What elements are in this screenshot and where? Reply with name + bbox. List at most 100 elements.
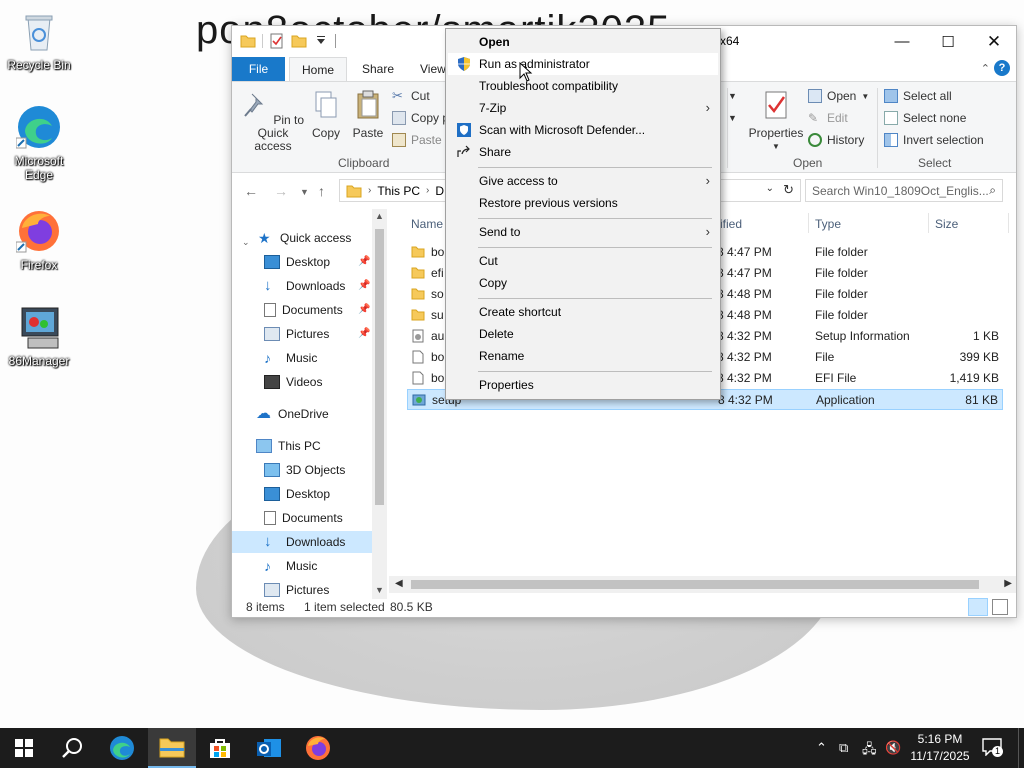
menu-item-rename[interactable]: Rename <box>448 345 718 367</box>
customize-qat-icon[interactable] <box>313 33 329 49</box>
nav-item-pc-desktop[interactable]: Desktop <box>264 483 372 505</box>
address-dropdown-icon[interactable]: ⌄ <box>766 183 774 194</box>
nav-item-pc-music[interactable]: ♪ Music <box>264 555 372 577</box>
nav-item-3d-objects[interactable]: 3D Objects <box>264 459 372 481</box>
forward-button[interactable]: → <box>274 183 288 199</box>
scroll-up-icon[interactable]: ▲ <box>375 211 384 221</box>
help-icon[interactable]: ? <box>994 60 1010 76</box>
desktop-icon-firefox[interactable]: Firefox <box>1 208 77 272</box>
menu-item-give-access-to[interactable]: Give access to › <box>448 170 718 192</box>
recent-locations-button[interactable]: ▼ <box>300 187 309 197</box>
paste-shortcut-button[interactable]: Paste s <box>392 130 451 150</box>
horizontal-scrollbar[interactable]: ◀ ▶ <box>389 576 1016 593</box>
tab-home[interactable]: Home <box>289 57 348 81</box>
column-divider[interactable] <box>1008 213 1009 233</box>
nav-quick-access[interactable]: ★ Quick access <box>258 227 372 249</box>
nav-onedrive[interactable]: ☁ OneDrive <box>256 403 372 425</box>
menu-item-cut[interactable]: Cut <box>448 250 718 272</box>
copy-path-button[interactable]: Copy p <box>392 108 449 128</box>
refresh-icon[interactable]: ↻ <box>783 182 794 198</box>
close-button[interactable]: ✕ <box>971 26 1017 57</box>
taskbar-firefox-button[interactable] <box>294 728 342 768</box>
start-button[interactable] <box>0 728 48 768</box>
history-button[interactable]: History <box>808 130 864 150</box>
taskbar-store-button[interactable] <box>196 728 244 768</box>
up-button[interactable]: ↑ <box>318 183 325 199</box>
menu-item-create-shortcut[interactable]: Create shortcut <box>448 301 718 323</box>
copy-button[interactable]: Copy <box>308 90 344 140</box>
column-header-date-modified[interactable]: ified <box>720 217 742 231</box>
back-button[interactable]: ← <box>244 183 258 199</box>
new-dropdown-fragment[interactable]: ▼ <box>728 108 737 128</box>
show-hidden-icons-icon[interactable]: ⌃ <box>816 740 827 756</box>
maximize-button[interactable]: ☐ <box>925 26 971 57</box>
taskbar-file-explorer-button[interactable] <box>148 728 196 768</box>
select-all-button[interactable]: Select all <box>884 86 952 106</box>
chevron-down-icon[interactable]: ⌄ <box>242 237 250 248</box>
nav-item-music[interactable]: ♪ Music <box>264 347 372 369</box>
desktop-icon-86manager[interactable]: 86Manager <box>1 304 77 368</box>
cut-button[interactable]: ✂ Cut <box>392 86 430 106</box>
new-folder-qat-icon[interactable] <box>291 33 307 49</box>
tab-share[interactable]: Share <box>350 57 406 81</box>
nav-item-documents[interactable]: Documents <box>264 299 372 321</box>
system-clock[interactable]: 5:16 PM 11/17/2025 <box>908 731 972 765</box>
column-divider[interactable] <box>808 213 809 233</box>
tab-file[interactable]: File <box>232 57 285 81</box>
large-icons-view-icon[interactable] <box>992 599 1008 615</box>
desktop-icon-recycle-bin[interactable]: Recycle Bin <box>1 8 77 72</box>
minimize-button[interactable]: — <box>879 26 925 57</box>
notifications-icon[interactable]: 1 <box>982 738 1003 757</box>
desktop-icon-edge[interactable]: Microsoft Edge <box>1 104 77 182</box>
breadcrumb-this-pc[interactable]: This PC <box>377 184 420 198</box>
column-divider[interactable] <box>928 213 929 233</box>
menu-item-7zip[interactable]: 7-Zip › <box>448 97 718 119</box>
menu-item-open[interactable]: Open <box>448 31 718 53</box>
menu-item-properties[interactable]: Properties <box>448 374 718 396</box>
nav-this-pc[interactable]: This PC <box>256 435 372 457</box>
scrollbar-thumb[interactable] <box>375 229 384 505</box>
nav-item-pc-documents[interactable]: Documents <box>264 507 372 529</box>
menu-item-delete[interactable]: Delete <box>448 323 718 345</box>
properties-qat-icon[interactable] <box>269 33 285 49</box>
scrollbar-thumb[interactable] <box>411 580 979 589</box>
invert-selection-button[interactable]: Invert selection <box>884 130 984 150</box>
volume-muted-icon[interactable]: 🔇 <box>885 740 901 756</box>
paste-button[interactable]: Paste <box>350 90 386 140</box>
menu-item-copy[interactable]: Copy <box>448 272 718 294</box>
taskbar-search-button[interactable] <box>48 728 96 768</box>
breadcrumb-drive[interactable]: D <box>435 184 444 198</box>
properties-button[interactable]: Properties ▼ <box>746 90 806 153</box>
collapse-ribbon-icon[interactable]: ⌃ <box>981 62 990 75</box>
nav-item-videos[interactable]: Videos <box>264 371 372 393</box>
column-header-name[interactable]: Name <box>411 217 443 231</box>
menu-item-restore-previous-versions[interactable]: Restore previous versions <box>448 192 718 214</box>
open-button[interactable]: Open ▼ <box>808 86 869 106</box>
nav-item-downloads[interactable]: ↓ Downloads <box>264 275 372 297</box>
nav-item-pc-downloads[interactable]: ↓ Downloads <box>232 531 372 553</box>
nav-item-pictures[interactable]: Pictures <box>264 323 372 345</box>
taskbar-edge-button[interactable] <box>98 728 146 768</box>
edit-button[interactable]: ✎ Edit <box>808 108 848 128</box>
show-desktop-button[interactable] <box>1018 728 1024 768</box>
menu-item-send-to[interactable]: Send to › <box>448 221 718 243</box>
menu-item-share[interactable]: Share <box>448 141 718 163</box>
organize-dropdown-fragment[interactable]: ▼ <box>728 86 737 106</box>
column-header-type[interactable]: Type <box>815 217 841 231</box>
nav-item-desktop[interactable]: Desktop <box>264 251 372 273</box>
scroll-right-icon[interactable]: ▶ <box>1004 578 1012 589</box>
navigation-scrollbar[interactable]: ▲ ▼ <box>372 209 387 599</box>
details-view-icon[interactable] <box>968 598 988 616</box>
menu-item-scan-defender[interactable]: Scan with Microsoft Defender... <box>448 119 718 141</box>
scroll-left-icon[interactable]: ◀ <box>395 578 403 589</box>
column-header-size[interactable]: Size <box>935 217 958 231</box>
nav-item-pc-pictures[interactable]: Pictures <box>264 579 372 599</box>
scroll-down-icon[interactable]: ▼ <box>375 585 384 595</box>
menu-item-run-as-administrator[interactable]: Run as administrator <box>448 53 718 75</box>
search-input[interactable]: Search Win10_1809Oct_Englis... ⌕ <box>805 179 1003 202</box>
taskbar-outlook-button[interactable] <box>245 728 293 768</box>
menu-item-troubleshoot-compatibility[interactable]: Troubleshoot compatibility <box>448 75 718 97</box>
pin-to-quick-access-button[interactable]: Pin to Quick access <box>238 90 308 153</box>
network-icon[interactable]: 🖧 <box>862 740 877 762</box>
network-device-icon[interactable]: ⧉ <box>839 740 848 756</box>
